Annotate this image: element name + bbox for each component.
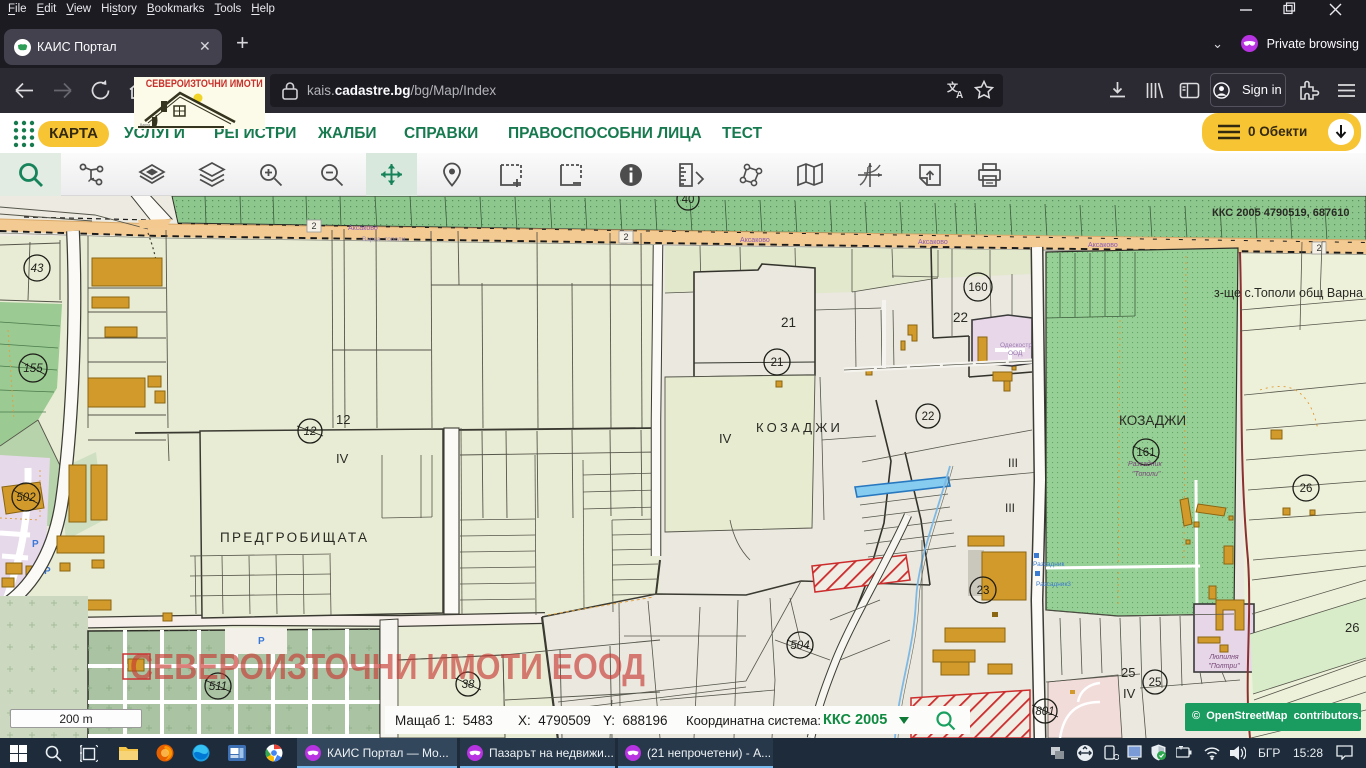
svg-text:25: 25 [1121,665,1135,680]
svg-text:43: 43 [31,263,44,275]
svg-text:Аксаково: Аксаково [348,225,378,232]
svg-text:Аксаково: Аксаково [1088,242,1118,249]
svg-text:ККС 2005 4790519, 687610: ККС 2005 4790519, 687610 [1212,207,1349,219]
svg-text:12: 12 [304,426,317,438]
svg-text:III: III [1008,456,1018,470]
svg-text:26: 26 [1300,483,1313,495]
svg-text:IV: IV [719,431,732,446]
svg-text:504: 504 [790,640,809,652]
svg-text:Аксаково: Аксаково [740,237,770,244]
svg-text:Люпилня: Люпилня [1208,654,1239,661]
svg-text:160: 160 [968,282,987,294]
svg-text:ПРЕДГРОБИЩАТА: ПРЕДГРОБИЩАТА [220,530,369,545]
svg-text:Аксаково: Аксаково [918,239,948,246]
svg-text:22: 22 [953,310,968,325]
svg-text:22: 22 [922,411,935,423]
svg-text:IV: IV [336,451,349,466]
svg-text:2: 2 [311,221,316,231]
svg-text:A: A [956,90,963,101]
svg-text:з-ще с.Тополи общ Варна: з-ще с.Тополи общ Варна [1214,286,1363,300]
svg-text:Разсадник3: Разсадник3 [1036,581,1071,588]
svg-text:26: 26 [1345,620,1359,635]
svg-text:Разсадник: Разсадник [1128,460,1163,468]
svg-text:Разсадник: Разсадник [1033,561,1064,568]
svg-text:III: III [1005,501,1015,515]
svg-text:2: 2 [623,232,628,242]
svg-text:25: 25 [1149,677,1162,689]
svg-text:"Полтри": "Полтри" [1208,663,1240,670]
svg-text:23: 23 [977,585,990,597]
svg-text:12: 12 [336,412,350,427]
svg-text:Варна тополи: Варна тополи [362,236,406,243]
svg-text:ООД: ООД [1008,350,1023,357]
svg-text:2: 2 [1316,243,1321,253]
svg-text:21: 21 [771,357,784,369]
svg-text:Варна: Варна [140,123,150,127]
svg-text:КОЗАДЖИ: КОЗАДЖИ [1119,413,1186,428]
svg-text:21: 21 [781,315,796,330]
svg-text:КОЗАДЖИ: КОЗАДЖИ [756,420,843,435]
svg-text:40: 40 [682,196,695,206]
svg-text:P: P [32,539,39,550]
svg-text:"Тополи": "Тополи" [1132,471,1161,478]
svg-text:IV: IV [1123,686,1136,701]
